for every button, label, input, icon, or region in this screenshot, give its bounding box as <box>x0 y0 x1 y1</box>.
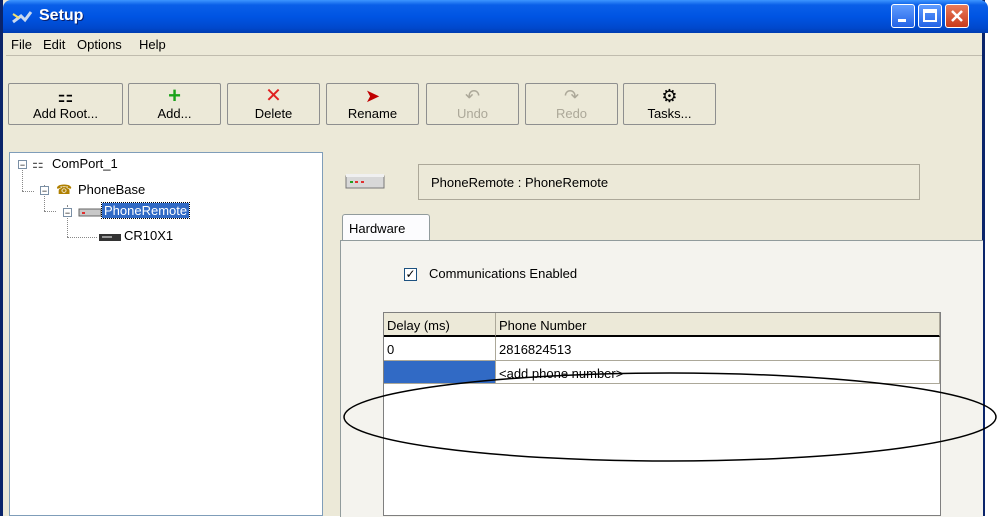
minimize-button[interactable] <box>891 4 915 28</box>
tasks-icon: ⚙ <box>661 86 678 106</box>
tree-item-label: PhoneRemote <box>100 202 191 219</box>
maximize-icon <box>923 9 937 22</box>
comport-icon: ⚏ <box>32 156 44 171</box>
x-icon: ✕ <box>265 85 282 107</box>
app-icon <box>12 11 33 24</box>
redo-icon: ↷ <box>563 86 580 106</box>
add-label: Add... <box>157 106 192 121</box>
tab-hardware-label: Hardware <box>349 221 406 236</box>
device-header: PhoneRemote : PhoneRemote <box>418 164 920 200</box>
title-bar[interactable]: Setup <box>3 0 988 33</box>
window-title: Setup <box>39 7 84 24</box>
rename-label: Rename <box>347 106 398 121</box>
tree-item-label: PhoneBase <box>78 182 146 197</box>
tree-item-comport[interactable]: ⚏ ComPort_1 <box>32 156 120 174</box>
close-icon <box>951 10 963 22</box>
menu-options[interactable]: Options <box>77 37 122 52</box>
add-root-icon: ⚏ <box>57 86 74 106</box>
add-button[interactable]: + Add... <box>128 83 221 125</box>
undo-label: Undo <box>456 106 489 121</box>
menu-file[interactable]: File <box>11 37 32 52</box>
tree-item-label: CR10X1 <box>124 228 174 243</box>
delete-label: Delete <box>254 106 293 121</box>
tree-expander-phoneremote[interactable]: − <box>63 208 72 218</box>
undo-icon: ↶ <box>464 86 481 106</box>
cell-value: 0 <box>387 342 395 357</box>
redo-button[interactable]: ↷ Redo <box>525 83 618 125</box>
cell-value: 2816824513 <box>499 342 572 357</box>
column-header-label: Phone Number <box>499 318 587 333</box>
device-tree[interactable]: − ⚏ ComPort_1 − ☎ PhoneBase − PhoneRemote … <box>9 152 323 516</box>
minimize-icon <box>898 19 906 22</box>
maximize-button[interactable] <box>918 4 942 28</box>
close-button[interactable] <box>945 4 969 28</box>
undo-button[interactable]: ↶ Undo <box>426 83 519 125</box>
tree-item-label: ComPort_1 <box>52 156 118 171</box>
add-root-label: Add Root... <box>32 106 99 121</box>
column-header-phone[interactable]: Phone Number <box>496 313 940 337</box>
tree-expander-comport[interactable]: − <box>18 160 27 170</box>
tree-item-phonebase[interactable]: ☎ PhoneBase <box>56 182 147 200</box>
tree-expander-phonebase[interactable]: − <box>40 186 49 196</box>
rename-icon: ➤ <box>364 86 381 106</box>
phonebase-icon: ☎ <box>56 182 73 197</box>
modem-icon <box>345 174 385 189</box>
tab-hardware[interactable]: Hardware <box>342 214 430 240</box>
menu-help[interactable]: Help <box>139 37 166 52</box>
grid-cell-phone[interactable]: 2816824513 <box>496 337 940 361</box>
redo-label: Redo <box>555 106 588 121</box>
menu-edit[interactable]: Edit <box>43 37 65 52</box>
menu-bar: File Edit Options Help <box>6 33 982 56</box>
plus-icon: + <box>168 83 181 108</box>
tasks-label: Tasks... <box>647 106 692 121</box>
datalogger-icon <box>99 233 121 241</box>
delete-button[interactable]: ✕ Delete <box>227 83 320 125</box>
device-title: PhoneRemote : PhoneRemote <box>431 175 609 190</box>
add-root-button[interactable]: ⚏ Add Root... <box>8 83 123 125</box>
rename-button[interactable]: ➤ Rename <box>326 83 419 125</box>
modem-icon <box>78 208 102 217</box>
communications-enabled-label: Communications Enabled <box>429 266 578 281</box>
communications-enabled-checkbox[interactable]: ✓ <box>404 268 417 281</box>
tree-item-phoneremote[interactable]: PhoneRemote <box>78 202 191 221</box>
annotation-ellipse <box>343 372 997 462</box>
grid-cell-delay[interactable]: 0 <box>384 337 496 361</box>
tree-item-cr10x1[interactable]: CR10X1 <box>98 228 175 246</box>
tasks-button[interactable]: ⚙ Tasks... <box>623 83 716 125</box>
column-header-label: Delay (ms) <box>387 318 450 333</box>
toolbar: ⚏ Add Root... + Add... ✕ Delete ➤ Rename… <box>6 56 982 148</box>
column-header-delay[interactable]: Delay (ms) <box>384 313 496 337</box>
